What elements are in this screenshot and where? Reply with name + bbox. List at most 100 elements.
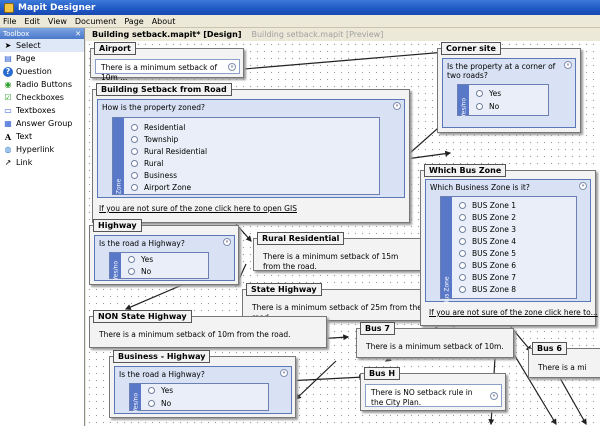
collapse-icon[interactable]: »: [579, 182, 587, 190]
option-no[interactable]: No: [148, 399, 171, 408]
node-title: Business - Highway: [113, 350, 211, 363]
radio-icon[interactable]: [131, 124, 138, 131]
menu-view[interactable]: View: [48, 17, 67, 26]
radio-icon[interactable]: [131, 136, 138, 143]
question-block[interactable]: Is the road a Highway? » Yes/no Yes No: [94, 235, 235, 281]
option-no[interactable]: No: [128, 267, 151, 276]
menu-document[interactable]: Document: [75, 17, 116, 26]
note-text: There is a minimum setback of 10m.: [366, 342, 504, 351]
option-bus-zone-5[interactable]: BUS Zone 5: [459, 249, 516, 258]
option-bus-zone-7[interactable]: BUS Zone 7: [459, 273, 516, 282]
option-label: Rural: [144, 159, 164, 168]
collapse-icon[interactable]: »: [564, 61, 572, 69]
tool-question[interactable]: ? Question: [0, 65, 84, 78]
page-node-bus-7[interactable]: Bus 7 There is a minimum setback of 10m.: [356, 322, 514, 358]
option-township[interactable]: Township: [131, 135, 178, 144]
tool-text[interactable]: A Text: [0, 130, 84, 143]
tab-design[interactable]: Building setback.mapit* [Design]: [90, 29, 244, 41]
option-business[interactable]: Business: [131, 171, 177, 180]
radio-icon[interactable]: [131, 160, 138, 167]
radio-icon[interactable]: [459, 202, 466, 209]
option-bus-zone-4[interactable]: BUS Zone 4: [459, 237, 516, 246]
page-node-rural-residential[interactable]: Rural Residential There is a minimum set…: [253, 232, 423, 271]
zone-hyperlink[interactable]: If you are not sure of the zone click he…: [429, 308, 598, 317]
collapse-icon[interactable]: »: [280, 369, 288, 377]
tool-hyperlink[interactable]: ◍ Hyperlink: [0, 143, 84, 156]
radio-icon[interactable]: [148, 400, 155, 407]
gis-hyperlink[interactable]: If you are not sure of the zone click he…: [99, 204, 297, 213]
question-block[interactable]: Which Business Zone is it? » Bus Zone BU…: [425, 179, 591, 305]
option-airport-zone[interactable]: Airport Zone: [131, 183, 191, 192]
option-yes[interactable]: Yes: [148, 386, 173, 395]
question-block[interactable]: How is the property zoned? » Zone Reside…: [97, 99, 405, 198]
option-yes[interactable]: Yes: [128, 255, 153, 264]
question-block[interactable]: Is the property at a corner of two roads…: [442, 58, 576, 128]
option-no[interactable]: No: [476, 102, 499, 111]
tool-textboxes[interactable]: ▭ Textboxes: [0, 104, 84, 117]
collapse-icon[interactable]: »: [393, 102, 401, 110]
option-bus-zone-8[interactable]: BUS Zone 8: [459, 285, 516, 294]
option-bus-zone-2[interactable]: BUS Zone 2: [459, 213, 516, 222]
option-yes[interactable]: Yes: [476, 89, 501, 98]
option-rural-residential[interactable]: Rural Residential: [131, 147, 207, 156]
menu-file[interactable]: File: [3, 17, 16, 26]
page-node-business-highway[interactable]: Business - Highway Is the road a Highway…: [109, 350, 296, 418]
question-text: Is the property at a corner of two roads…: [447, 62, 556, 80]
radio-icon[interactable]: [459, 226, 466, 233]
tool-answer-group[interactable]: ▦ Answer Group: [0, 117, 84, 130]
radio-icon[interactable]: [459, 262, 466, 269]
radio-icon[interactable]: [459, 238, 466, 245]
page-node-non-state-highway[interactable]: NON State Highway There is a minimum set…: [89, 310, 327, 348]
radio-icon[interactable]: [131, 184, 138, 191]
collapse-icon[interactable]: »: [223, 238, 231, 246]
radio-icon[interactable]: [476, 90, 483, 97]
answer-group[interactable]: Yes/no Yes No: [109, 252, 209, 280]
collapse-icon[interactable]: »: [490, 392, 498, 400]
page-node-highway[interactable]: Highway Is the road a Highway? » Yes/no …: [89, 219, 239, 285]
question-block[interactable]: Is the road a Highway? » Yes/no Yes No: [114, 366, 292, 414]
option-bus-zone-1[interactable]: BUS Zone 1: [459, 201, 516, 210]
tool-radio-buttons[interactable]: ◉ Radio Buttons: [0, 78, 84, 91]
menu-page[interactable]: Page: [124, 17, 143, 26]
answer-group[interactable]: Zone Residential Township Rural Resident…: [112, 117, 380, 195]
toolbox-close-icon[interactable]: ✕: [75, 30, 81, 38]
answer-group[interactable]: Yes/no Yes No: [129, 383, 269, 412]
radio-icon[interactable]: [131, 172, 138, 179]
page-node-airport[interactable]: Airport There is a minimum setback of 10…: [90, 42, 244, 82]
page-node-which-bus-zone[interactable]: Which Bus Zone Which Business Zone is it…: [420, 164, 598, 326]
page-node-bus-h[interactable]: Bus H There is NO setback rule in the Ci…: [360, 367, 506, 411]
page-node-bus-6[interactable]: Bus 6 There is a mi: [528, 342, 600, 378]
option-bus-zone-6[interactable]: BUS Zone 6: [459, 261, 516, 270]
radio-icon[interactable]: [459, 274, 466, 281]
answer-group[interactable]: Yes/no Yes No: [457, 84, 549, 117]
node-title: NON State Highway: [93, 310, 192, 323]
answer-group-tab: Yes/no: [458, 85, 469, 117]
tool-page[interactable]: ▤ Page: [0, 52, 84, 65]
option-label: No: [141, 267, 152, 276]
tab-preview[interactable]: Building setback.mapit [Preview]: [250, 29, 386, 41]
tool-select[interactable]: ➤ Select: [0, 39, 84, 52]
tool-link[interactable]: ↗ Link: [0, 156, 84, 169]
menu-edit[interactable]: Edit: [24, 17, 40, 26]
radio-icon[interactable]: [128, 256, 135, 263]
radio-icon[interactable]: [128, 268, 135, 275]
radio-icon[interactable]: [131, 148, 138, 155]
option-bus-zone-3[interactable]: BUS Zone 3: [459, 225, 516, 234]
radio-icon[interactable]: [476, 103, 483, 110]
node-title: Corner site: [441, 42, 501, 55]
radio-icon[interactable]: [459, 214, 466, 221]
page-node-building-setback[interactable]: Building Setback from Road How is the pr…: [92, 83, 410, 223]
menu-about[interactable]: About: [152, 17, 176, 26]
radio-icon[interactable]: [459, 250, 466, 257]
tool-checkboxes[interactable]: ☑ Checkboxes: [0, 91, 84, 104]
page-node-corner-site[interactable]: Corner site Is the property at a corner …: [437, 42, 581, 133]
design-canvas[interactable]: Airport There is a minimum setback of 10…: [86, 41, 600, 426]
checkbox-icon: ☑: [4, 93, 12, 102]
collapse-icon[interactable]: »: [228, 63, 236, 71]
toolbox-panel: Toolbox ✕ ➤ Select ▤ Page ? Question ◉ Radio…: [0, 28, 85, 426]
option-residential[interactable]: Residential: [131, 123, 185, 132]
answer-group[interactable]: Bus Zone BUS Zone 1 BUS Zone 2 BUS Zone …: [440, 196, 577, 305]
option-rural[interactable]: Rural: [131, 159, 163, 168]
radio-icon[interactable]: [459, 286, 466, 293]
radio-icon[interactable]: [148, 387, 155, 394]
